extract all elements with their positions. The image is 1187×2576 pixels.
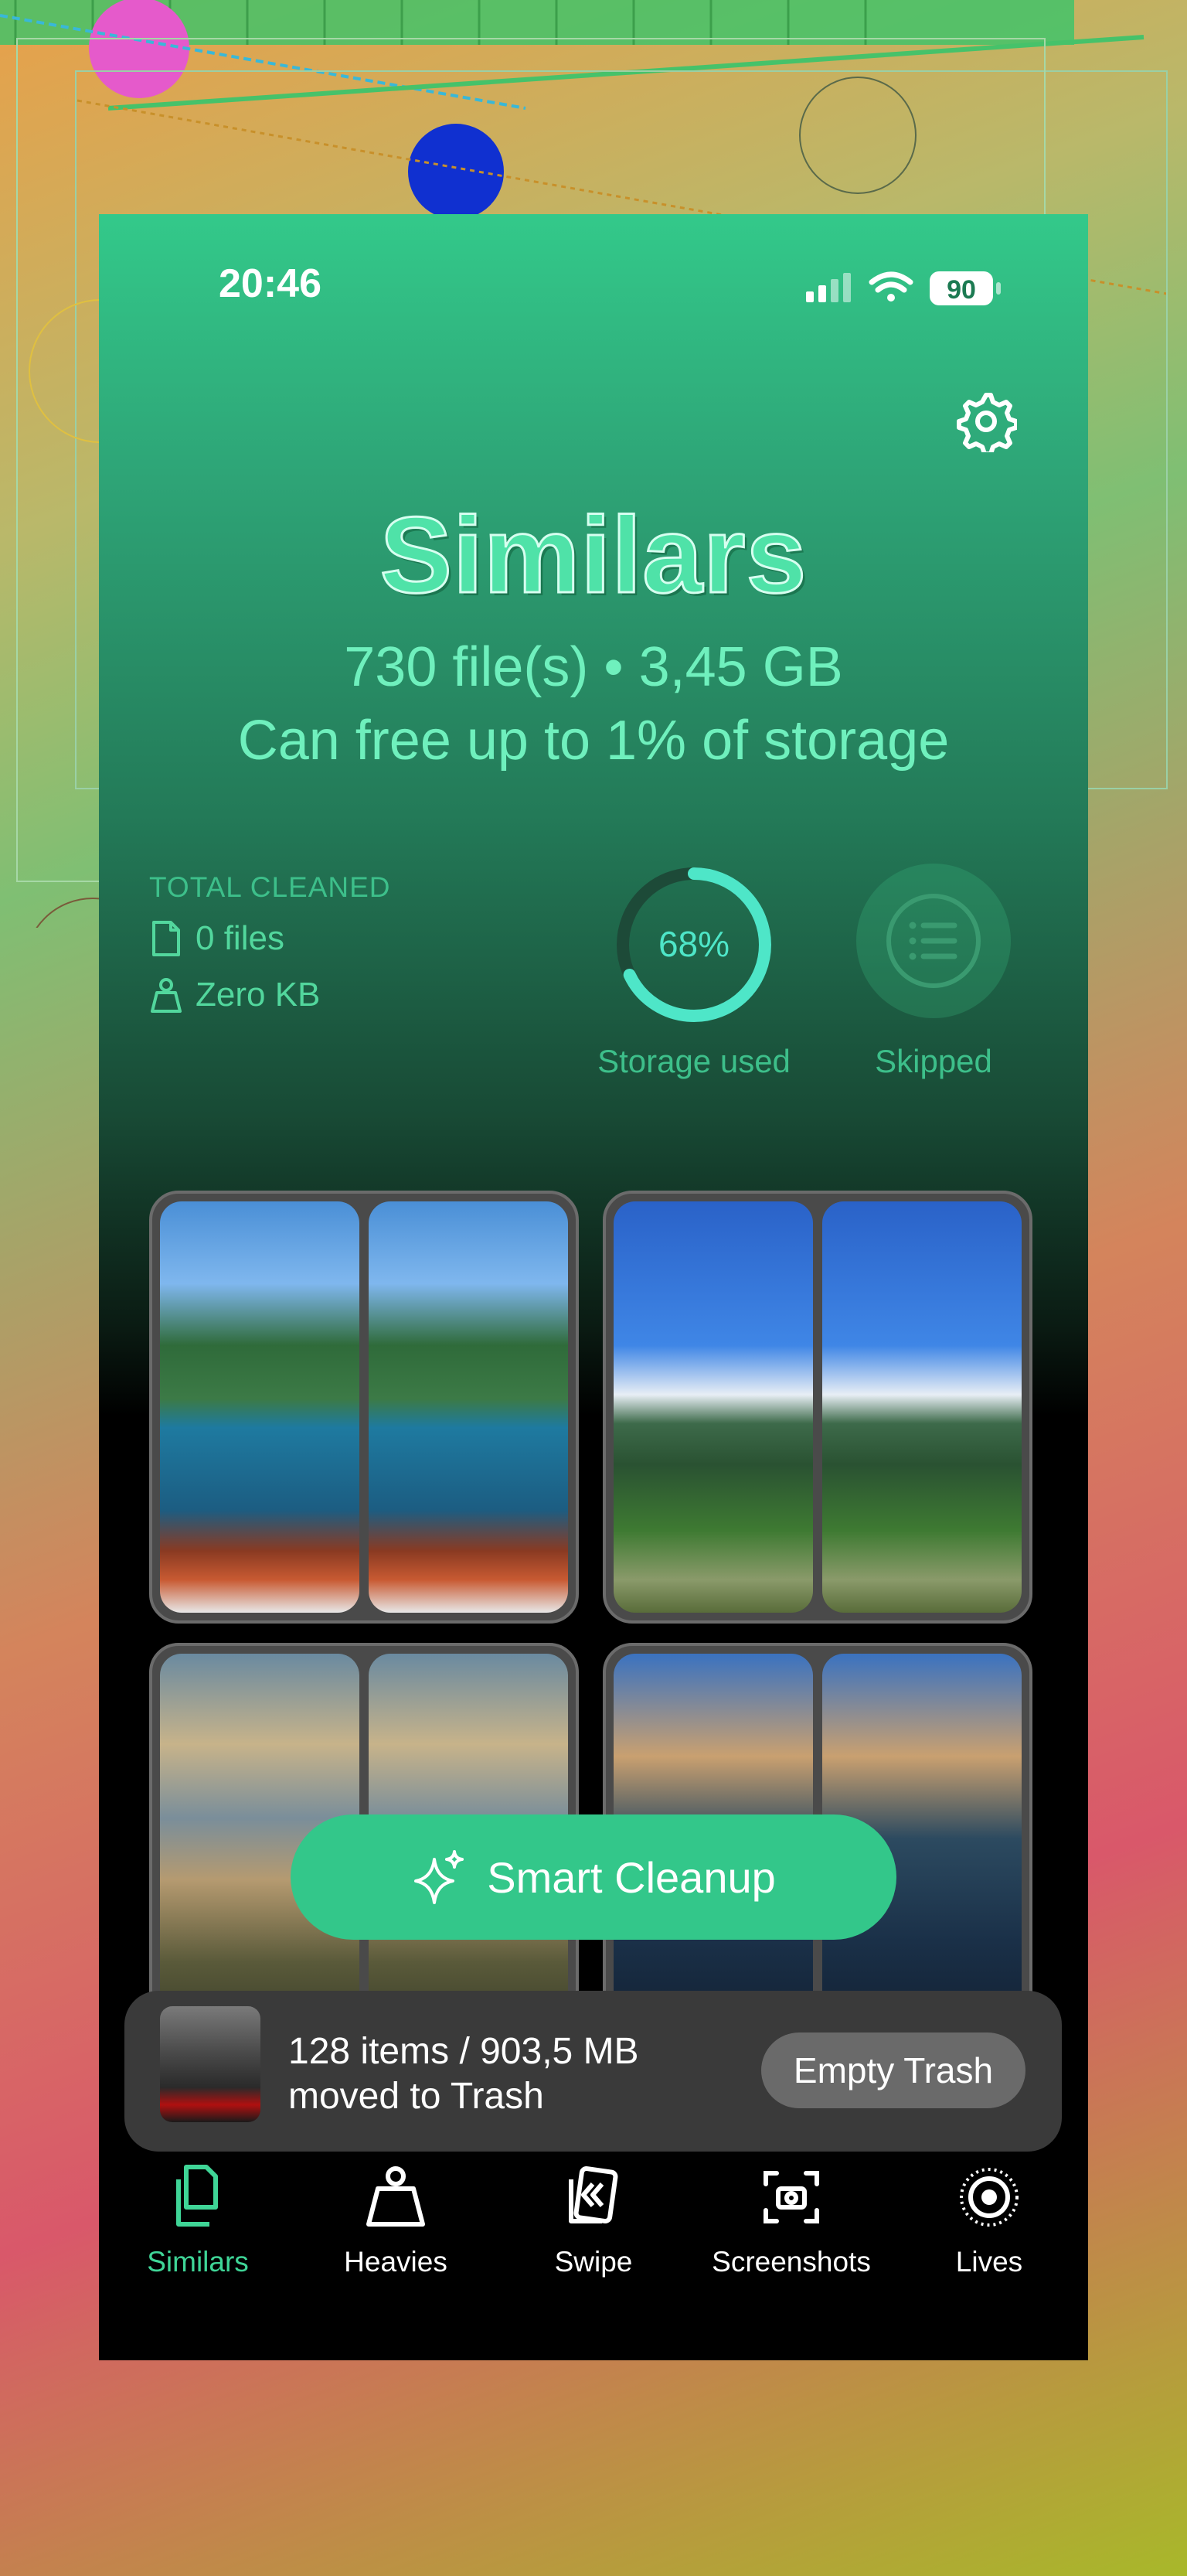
smart-cleanup-label: Smart Cleanup <box>487 1852 776 1902</box>
status-time: 20:46 <box>219 261 321 306</box>
photo-thumbnail <box>160 1201 359 1613</box>
signal-icon <box>806 273 851 302</box>
skipped-label: Skipped <box>875 1043 992 1079</box>
app-screen: 20:46 90 Similars 730 file(s) • 3,45 GB … <box>99 214 1088 2360</box>
sparkles-icon <box>414 1850 464 1904</box>
tab-swipe[interactable]: Swipe <box>495 2162 692 2278</box>
similar-group-card[interactable] <box>149 1191 579 1624</box>
battery-level: 90 <box>947 275 976 305</box>
similar-group-card[interactable] <box>603 1191 1032 1624</box>
swipe-icon <box>569 2166 618 2223</box>
photo-thumbnail <box>614 1201 813 1613</box>
status-icons: 90 <box>806 271 1001 305</box>
weight-icon <box>151 978 182 1013</box>
files-summary: 730 file(s) • 3,45 GB <box>344 636 843 698</box>
wifi-icon <box>869 271 913 293</box>
tab-lives[interactable]: Lives <box>890 2162 1088 2278</box>
page-title: Similars <box>379 493 808 617</box>
tab-label: Heavies <box>344 2246 447 2278</box>
cleaned-size-value: Zero KB <box>196 976 321 1014</box>
tab-screenshots[interactable]: Screenshots <box>692 2162 890 2278</box>
tab-label: Lives <box>955 2246 1023 2278</box>
photo-thumbnail <box>822 1201 1022 1613</box>
trash-note: moved to Trash <box>288 2076 544 2117</box>
trash-count: 128 items / 903,5 MB <box>288 2031 639 2072</box>
tab-heavies[interactable]: Heavies <box>297 2162 495 2278</box>
storage-ring[interactable]: 68% <box>613 864 775 1026</box>
free-up-text: Can free up to 1% of storage <box>237 710 950 772</box>
cleaned-files-value: 0 files <box>196 919 284 957</box>
tab-label: Swipe <box>554 2246 633 2278</box>
screenshot-icon <box>764 2171 819 2223</box>
total-cleaned-label: TOTAL CLEANED <box>149 871 391 903</box>
cleaned-files-row: 0 files <box>149 919 284 958</box>
tab-label: Screenshots <box>712 2246 871 2278</box>
storage-used-label: Storage used <box>597 1043 791 1079</box>
trash-summary: 128 items / 903,5 MB moved to Trash <box>288 2029 639 2119</box>
smart-cleanup-button[interactable]: Smart Cleanup <box>291 1814 896 1940</box>
storage-percent-text: 68% <box>658 924 730 964</box>
settings-gear-icon[interactable] <box>955 390 1017 452</box>
file-icon <box>152 921 180 956</box>
weight-icon <box>366 2166 425 2227</box>
tab-similars[interactable]: Similars <box>99 2162 297 2278</box>
list-icon <box>886 894 981 988</box>
tab-label: Similars <box>147 2246 249 2278</box>
photo-thumbnail <box>369 1201 568 1613</box>
empty-trash-button[interactable]: Empty Trash <box>761 2033 1025 2108</box>
cleaned-size-row: Zero KB <box>149 976 320 1014</box>
skipped-button[interactable] <box>856 864 1011 1018</box>
live-photo-icon <box>960 2168 1019 2227</box>
trash-thumbnail <box>160 2006 260 2122</box>
trash-banner: 128 items / 903,5 MB moved to Trash Empt… <box>124 1991 1062 2152</box>
similars-icon <box>176 2165 218 2227</box>
